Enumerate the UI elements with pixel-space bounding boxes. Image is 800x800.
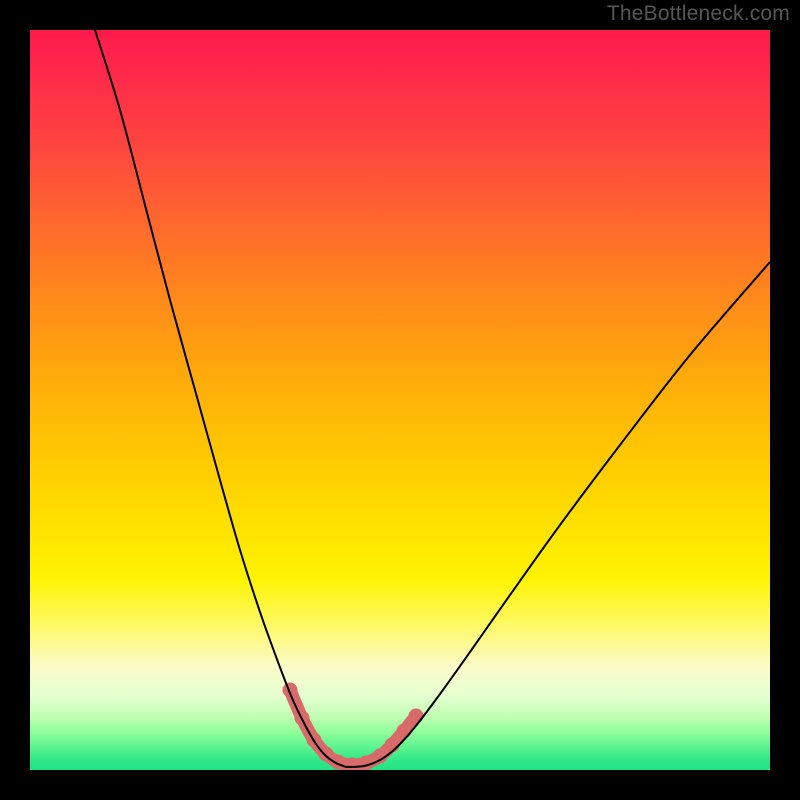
frame: TheBottleneck.com (0, 0, 800, 800)
plot-area (30, 30, 770, 770)
highlight-dot (385, 738, 400, 753)
highlight-dot (397, 724, 412, 739)
curve-left-path (95, 30, 346, 767)
highlight-dip-series (283, 683, 424, 771)
curve-right-path (346, 262, 770, 767)
curve-series (95, 30, 770, 767)
watermark-text: TheBottleneck.com (607, 2, 790, 26)
chart-svg (30, 30, 770, 770)
highlight-dip-path (290, 690, 416, 765)
highlight-dot (409, 709, 424, 724)
highlight-dot (359, 756, 374, 771)
